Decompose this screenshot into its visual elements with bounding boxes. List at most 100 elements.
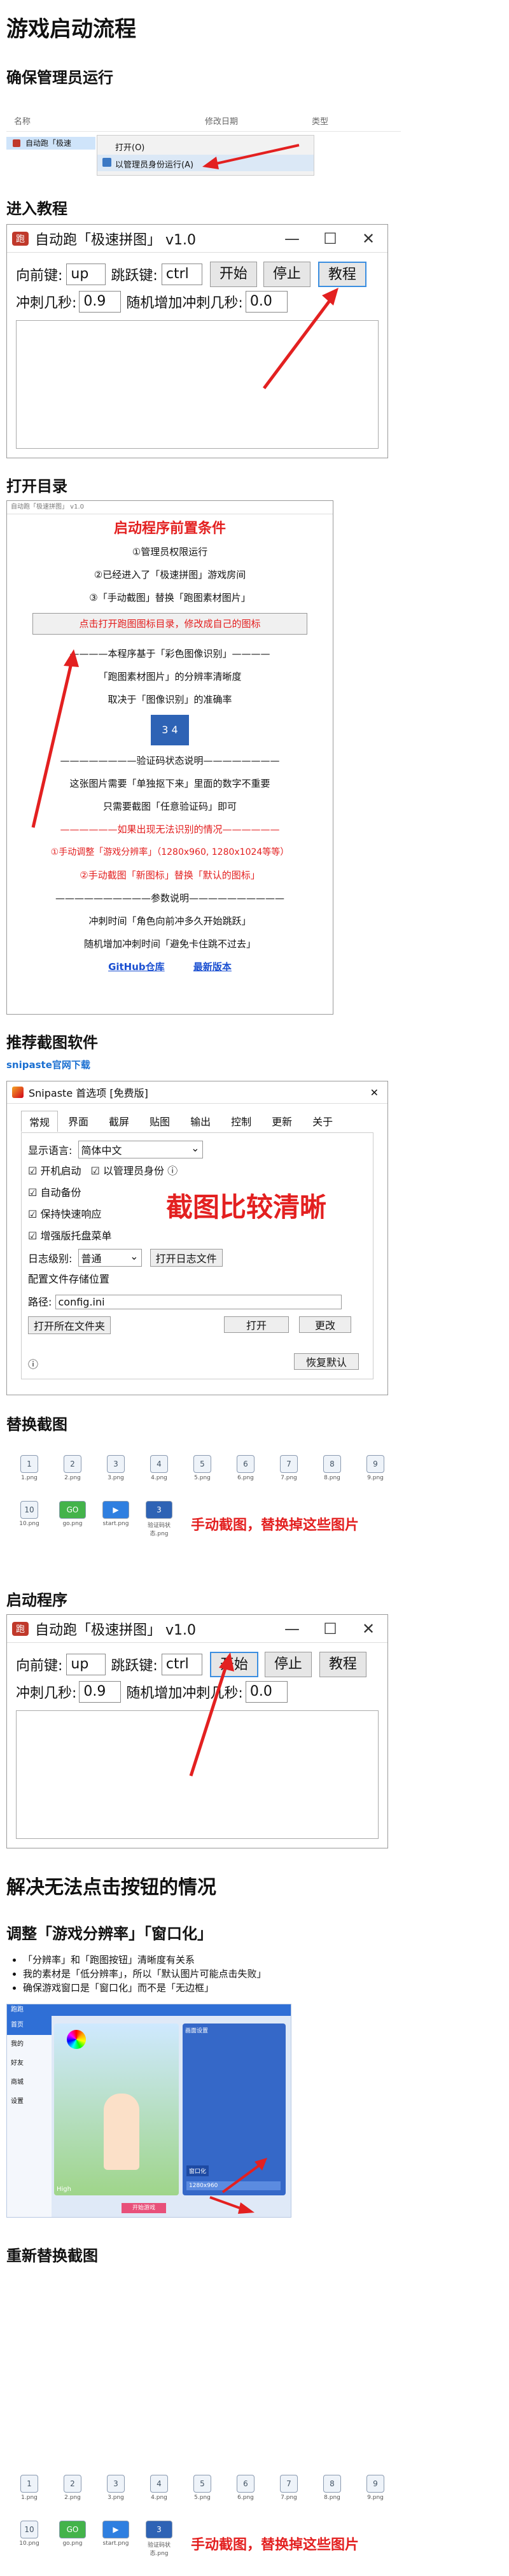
checkbox-admin[interactable]: ☑ xyxy=(91,1165,100,1177)
tab-capture[interactable]: 截屏 xyxy=(99,1111,139,1132)
forward-key-input[interactable]: up xyxy=(66,1654,106,1675)
image-file-thumbnail[interactable]: 10 10.png xyxy=(15,2521,43,2556)
game-tab-mine[interactable]: 我的 xyxy=(7,2035,52,2054)
game-tab-settings[interactable]: 设置 xyxy=(7,2092,52,2111)
image-file-thumbnail[interactable]: 3 验证码状态.png xyxy=(145,2521,173,2557)
help-icon[interactable]: ⓘ xyxy=(28,1356,38,1371)
tab-update[interactable]: 更新 xyxy=(261,1111,302,1132)
image-file-thumbnail[interactable]: 8 8.png xyxy=(318,1455,346,1491)
close-icon[interactable]: ✕ xyxy=(349,1620,387,1638)
dash-seconds-input[interactable]: 0.9 xyxy=(79,1681,122,1703)
game-tab-friends[interactable]: 好友 xyxy=(7,2054,52,2073)
image-file-icon: 7 xyxy=(280,1455,298,1473)
close-icon[interactable]: ✕ xyxy=(349,230,387,248)
image-file-thumbnail[interactable]: ▶ start.png xyxy=(102,2521,130,2556)
resolution-option[interactable]: 1280x960 xyxy=(186,2181,281,2190)
tab-general[interactable]: 常规 xyxy=(21,1111,59,1132)
image-file-thumbnail[interactable]: 3 3.png xyxy=(102,2475,130,2510)
image-file-thumbnail[interactable]: 7 7.png xyxy=(275,2475,303,2510)
start-game-button[interactable]: 开始游戏 xyxy=(122,2203,166,2213)
character-image xyxy=(104,2094,139,2170)
image-file-thumbnail[interactable]: 8 8.png xyxy=(318,2475,346,2510)
checkbox-tray[interactable]: ☑ xyxy=(28,1230,37,1242)
info-icon[interactable]: ⓘ xyxy=(167,1165,178,1177)
jump-key-input[interactable]: ctrl xyxy=(161,1654,202,1675)
image-file-thumbnail[interactable]: 3 验证码状态.png xyxy=(145,1501,173,1537)
image-file-thumbnail[interactable]: GO go.png xyxy=(59,1501,87,1537)
tutorial-button[interactable]: 教程 xyxy=(317,262,366,287)
github-link[interactable]: GitHub仓库 xyxy=(108,961,165,973)
game-tab-home[interactable]: 首页 xyxy=(7,2016,52,2035)
image-file-thumbnail[interactable]: 2 2.png xyxy=(59,1455,87,1491)
image-file-thumbnail[interactable]: 6 6.png xyxy=(232,2475,260,2510)
image-file-thumbnail[interactable]: GO go.png xyxy=(59,2521,87,2556)
open-folder-button[interactable]: 打开所在文件夹 xyxy=(28,1316,111,1334)
image-file-thumbnail[interactable]: 5 5.png xyxy=(188,2475,216,2510)
log-textarea[interactable] xyxy=(16,1710,379,1839)
image-file-thumbnail[interactable]: 6 6.png xyxy=(232,1455,260,1491)
jump-key-input[interactable]: ctrl xyxy=(161,264,202,285)
checkbox-autobackup[interactable]: ☑ xyxy=(28,1186,37,1199)
close-icon[interactable]: ✕ xyxy=(370,1087,379,1099)
random-dash-input[interactable]: 0.0 xyxy=(245,291,288,313)
menu-item-admin[interactable]: 以管理员身份运行(A) xyxy=(97,155,314,171)
column-date[interactable]: 修改日期 xyxy=(205,115,238,127)
column-type[interactable]: 类型 xyxy=(312,115,328,127)
log-textarea[interactable] xyxy=(16,320,379,449)
image-file-thumbnail[interactable]: 7 7.png xyxy=(275,1455,303,1491)
image-file-thumbnail[interactable]: 4 4.png xyxy=(145,2475,173,2510)
forward-key-input[interactable]: up xyxy=(66,264,106,285)
menu-item-open[interactable]: 打开(O) xyxy=(115,141,144,153)
tab-interface[interactable]: 界面 xyxy=(58,1111,99,1132)
tab-paste[interactable]: 贴图 xyxy=(139,1111,180,1132)
image-file-thumbnail[interactable]: 9 9.png xyxy=(361,1455,389,1491)
open-icon-dir-button[interactable]: 点击打开跑图图标目录，修改成自己的图标 xyxy=(32,613,307,635)
snipaste-title: Snipaste 首选项 [免费版] xyxy=(29,1087,148,1099)
minimize-icon[interactable]: — xyxy=(273,1620,311,1638)
snipaste-download-link[interactable]: snipaste官网下载 xyxy=(6,1058,90,1071)
section-replace-title: 替换截图 xyxy=(6,1416,67,1433)
image-file-thumbnail[interactable]: 1 1.png xyxy=(15,1455,43,1491)
column-name[interactable]: 名称 xyxy=(14,115,31,127)
change-config-button[interactable]: 更改 xyxy=(299,1316,351,1333)
checkbox-keepfast[interactable]: ☑ xyxy=(28,1208,37,1220)
open-log-button[interactable]: 打开日志文件 xyxy=(150,1249,223,1267)
image-file-icon: 3 xyxy=(146,2521,172,2538)
start-button[interactable]: 开始 xyxy=(209,262,257,287)
maximize-icon[interactable]: ☐ xyxy=(311,230,349,248)
tab-about[interactable]: 关于 xyxy=(302,1111,343,1132)
stop-button[interactable]: 停止 xyxy=(264,1652,312,1677)
image-file-thumbnail[interactable]: 5 5.png xyxy=(188,1455,216,1491)
language-select[interactable]: 简体中文 ⌄ xyxy=(78,1141,203,1158)
open-config-button[interactable]: 打开 xyxy=(224,1316,289,1333)
random-dash-input[interactable]: 0.0 xyxy=(245,1681,288,1703)
game-tab-shop[interactable]: 商城 xyxy=(7,2073,52,2092)
app-window-launch: 跑 自动跑「极速拼图」 v1.0 — ☐ ✕ 向前键: up 跳跃键: ctrl 开… xyxy=(6,1614,388,1848)
restore-default-button[interactable]: 恢复默认 xyxy=(294,1353,359,1370)
image-file-icon: 10 xyxy=(20,2521,38,2538)
log-level-select[interactable]: 普通 ⌄ xyxy=(78,1249,142,1267)
image-file-thumbnail[interactable]: 4 4.png xyxy=(145,1455,173,1491)
tutorial-button[interactable]: 教程 xyxy=(319,1652,366,1677)
image-file-thumbnail[interactable]: 3 3.png xyxy=(102,1455,130,1491)
image-file-thumbnail[interactable]: 10 10.png xyxy=(15,1501,43,1537)
file-row[interactable]: 自动跑「极速 xyxy=(6,137,95,150)
minimize-icon[interactable]: — xyxy=(273,230,311,248)
stop-button[interactable]: 停止 xyxy=(263,262,310,287)
image-file-thumbnail[interactable]: 1 1.png xyxy=(15,2475,43,2510)
start-button[interactable]: 开始 xyxy=(209,1652,258,1677)
maximize-icon[interactable]: ☐ xyxy=(311,1620,349,1638)
image-file-thumbnail[interactable]: ▶ start.png xyxy=(102,1501,130,1537)
window-mode-option[interactable]: 窗口化 xyxy=(186,2165,209,2176)
image-file-thumbnail[interactable]: 9 9.png xyxy=(361,2475,389,2510)
latest-version-link[interactable]: 最新版本 xyxy=(193,961,232,973)
tab-output[interactable]: 输出 xyxy=(180,1111,221,1132)
image-file-thumbnail[interactable]: 2 2.png xyxy=(59,2475,87,2510)
file-name-label: 验证码状态.png xyxy=(147,1523,171,1537)
app-file-icon xyxy=(13,139,20,147)
tab-control[interactable]: 控制 xyxy=(221,1111,261,1132)
config-path-input[interactable]: config.ini xyxy=(55,1295,342,1309)
checkbox-autostart[interactable]: ☑ xyxy=(28,1165,37,1177)
image-file-icon: 1 xyxy=(20,2475,38,2493)
dash-seconds-input[interactable]: 0.9 xyxy=(79,291,122,313)
